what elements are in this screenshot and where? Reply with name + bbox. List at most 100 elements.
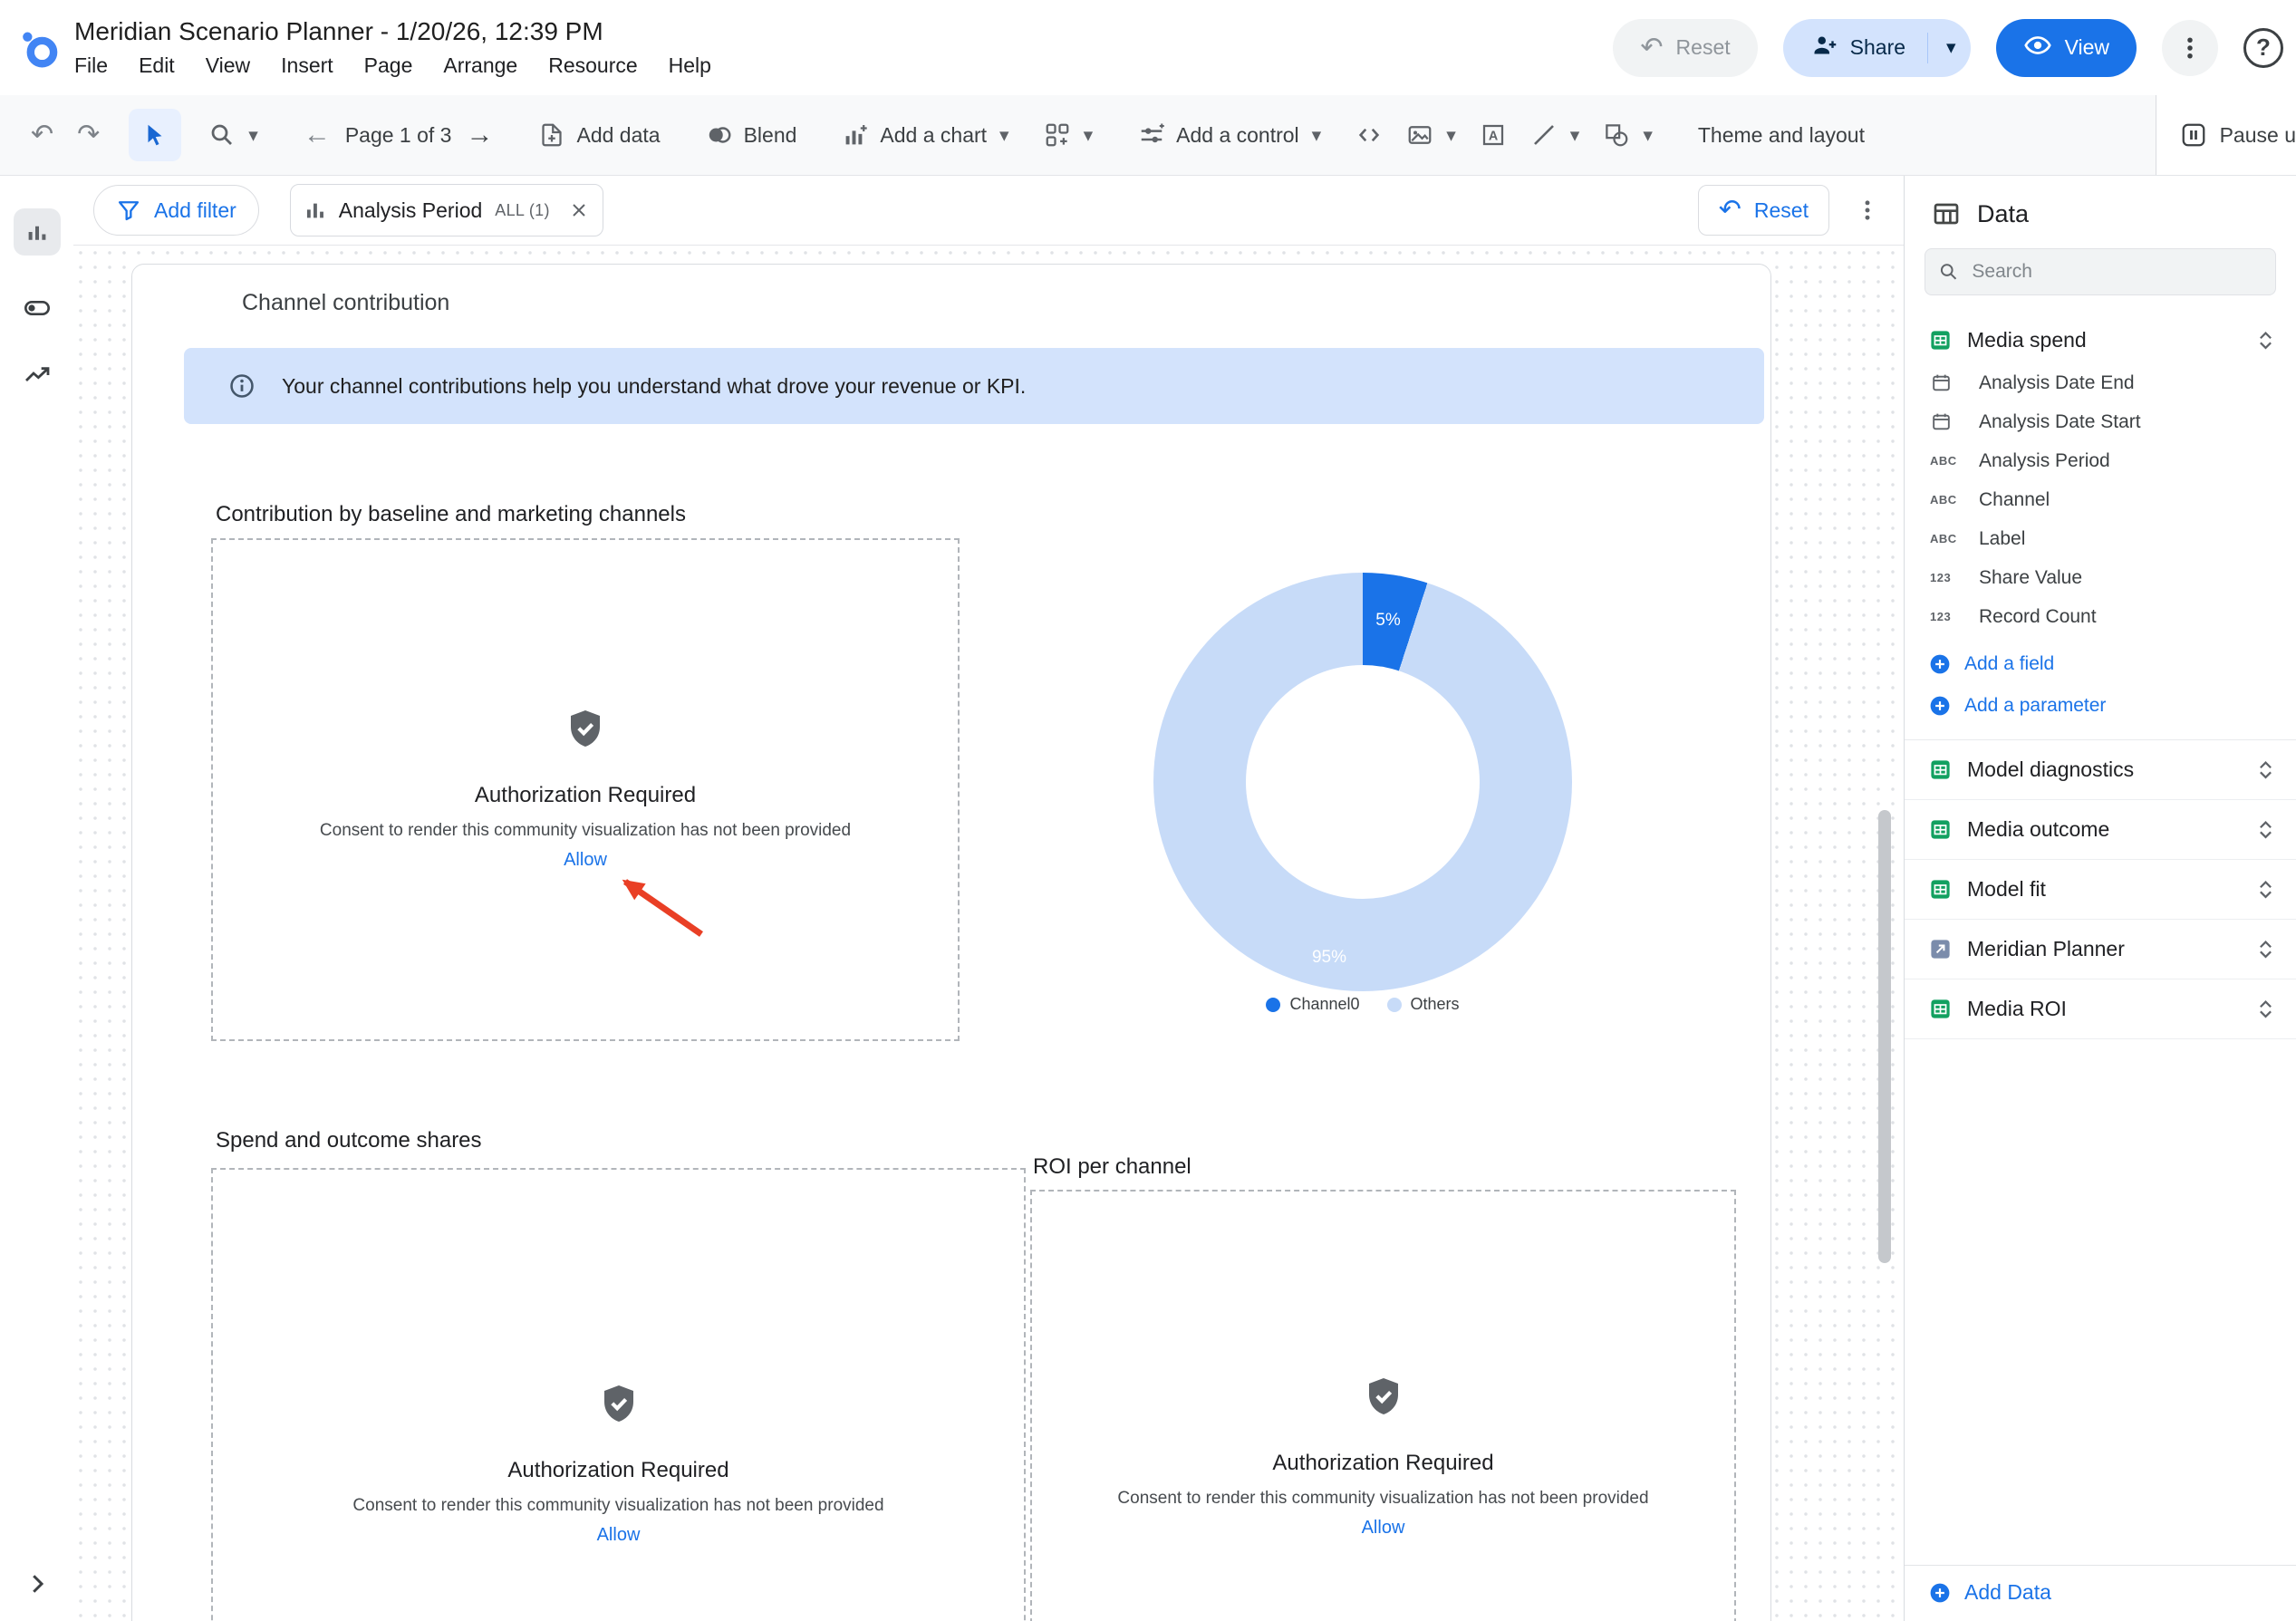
viz-placeholder-roi[interactable]: Authorization Required Consent to render…: [1030, 1190, 1736, 1621]
menu-insert[interactable]: Insert: [265, 48, 349, 83]
add-data-button-bottom[interactable]: Add Data: [1905, 1565, 2296, 1621]
add-control-button[interactable]: Add a control ▾: [1131, 109, 1328, 161]
vertical-dots-icon: [2176, 34, 2204, 62]
search-input[interactable]: [1970, 260, 2262, 284]
field-label: Share Value: [1979, 567, 2082, 589]
add-data-button[interactable]: Add data: [531, 109, 667, 161]
primary-source-row[interactable]: Media spend: [1905, 315, 2296, 363]
add-field-button[interactable]: Add a field: [1905, 643, 2296, 685]
sidebar-expand-button[interactable]: [0, 1570, 73, 1597]
section-title: Channel contribution: [242, 290, 449, 316]
page-back-button[interactable]: ←: [296, 109, 338, 161]
source-row-meridian-planner[interactable]: Meridian Planner: [1905, 920, 2296, 979]
menu-resource[interactable]: Resource: [533, 48, 652, 83]
sidebar-insights-tab[interactable]: [23, 361, 52, 390]
pause-updates-button[interactable]: Pause u: [2156, 95, 2296, 175]
undo-button[interactable]: ↶: [24, 109, 61, 161]
report-page[interactable]: Channel contribution Your channel contri…: [131, 264, 1771, 1621]
unfold-more-icon[interactable]: [2253, 937, 2278, 961]
theme-layout-button[interactable]: Theme and layout: [1691, 109, 1872, 161]
image-button[interactable]: ▾: [1399, 109, 1463, 161]
source-row-model-fit[interactable]: Model fit: [1905, 860, 2296, 920]
filter-bar-menu-button[interactable]: [1855, 198, 1880, 223]
filter-reset-button[interactable]: ↶ Reset: [1698, 185, 1829, 236]
svg-text:A: A: [1489, 130, 1498, 144]
legend-item-channel0[interactable]: Channel0: [1266, 995, 1359, 1014]
menu-page[interactable]: Page: [349, 48, 429, 83]
chip-chart-icon: [304, 198, 328, 223]
text-button[interactable]: A: [1472, 109, 1514, 161]
viz-placeholder-spend-shares[interactable]: Authorization Required Consent to render…: [211, 1168, 1026, 1621]
primary-source-name: Media spend: [1967, 328, 2239, 352]
menu-edit[interactable]: Edit: [123, 48, 190, 83]
number-123-icon: 123: [1930, 571, 1968, 584]
allow-link[interactable]: Allow: [597, 1525, 641, 1546]
unfold-more-icon[interactable]: [2253, 817, 2278, 842]
add-filter-button[interactable]: Add filter: [93, 185, 259, 236]
menu-file[interactable]: File: [59, 48, 123, 83]
report-canvas: Channel contribution Your channel contri…: [73, 246, 1904, 1621]
analysis-period-filter-chip[interactable]: Analysis Period ALL (1): [290, 184, 603, 236]
field-row[interactable]: 123 Share Value: [1905, 558, 2296, 597]
page-indicator[interactable]: Page 1 of 3: [338, 109, 459, 161]
field-row[interactable]: 123 Record Count: [1905, 597, 2296, 636]
zoom-caret-icon: ▾: [248, 126, 258, 145]
line-button[interactable]: ▾: [1523, 109, 1587, 161]
sidebar-report-tab[interactable]: [14, 208, 61, 256]
menu-view[interactable]: View: [190, 48, 265, 83]
field-row[interactable]: ABC Channel: [1905, 480, 2296, 519]
document-title[interactable]: Meridian Scenario Planner - 1/20/26, 12:…: [74, 15, 727, 48]
menu-arrange[interactable]: Arrange: [428, 48, 533, 83]
field-row[interactable]: ABC Label: [1905, 519, 2296, 558]
blend-icon: [706, 121, 733, 149]
trending-up-icon: [23, 361, 52, 390]
field-row[interactable]: ABC Analysis Period: [1905, 441, 2296, 480]
abc-text-icon: ABC: [1930, 454, 1968, 468]
source-row-media-outcome[interactable]: Media outcome: [1905, 800, 2296, 860]
data-search-box[interactable]: [1925, 248, 2276, 295]
add-chart-button[interactable]: Add a chart ▾: [834, 109, 1016, 161]
menu-help[interactable]: Help: [653, 48, 727, 83]
more-options-button[interactable]: [2162, 20, 2218, 76]
view-button[interactable]: View: [1996, 19, 2137, 77]
search-icon: [1938, 260, 1959, 284]
share-button[interactable]: Share ▾: [1783, 19, 1971, 77]
help-icon[interactable]: ?: [2243, 28, 2283, 68]
donut-chart[interactable]: [1153, 573, 1572, 991]
field-row[interactable]: Analysis Date End: [1905, 363, 2296, 402]
magnifier-icon: [208, 121, 236, 149]
plus-circle-icon: [1928, 694, 1952, 718]
info-icon: [227, 371, 256, 400]
unfold-more-icon[interactable]: [2253, 757, 2278, 782]
redo-button[interactable]: ↷: [70, 109, 107, 161]
share-dropdown-caret-icon[interactable]: ▾: [1946, 38, 1956, 57]
source-row-model-diagnostics[interactable]: Model diagnostics: [1905, 740, 2296, 800]
unfold-more-icon[interactable]: [2253, 997, 2278, 1021]
collapse-fields-icon[interactable]: [2253, 328, 2278, 352]
sidebar-controls-tab[interactable]: [23, 294, 52, 323]
filter-reset-label: Reset: [1754, 198, 1809, 223]
blend-button[interactable]: Blend: [699, 109, 805, 161]
unfold-more-icon[interactable]: [2253, 877, 2278, 902]
source-row-media-roi[interactable]: Media ROI: [1905, 979, 2296, 1039]
embed-code-button[interactable]: [1348, 109, 1390, 161]
field-row[interactable]: Analysis Date Start: [1905, 402, 2296, 441]
allow-link[interactable]: Allow: [1362, 1518, 1405, 1539]
shape-button[interactable]: ▾: [1596, 109, 1660, 161]
zoom-tool-button[interactable]: ▾: [201, 109, 265, 161]
header-reset-button[interactable]: ↶ Reset: [1613, 19, 1757, 77]
add-chart-caret-icon: ▾: [999, 126, 1009, 145]
community-viz-button[interactable]: ▾: [1037, 109, 1101, 161]
select-tool-button[interactable]: [129, 109, 181, 161]
donut-chart-container[interactable]: 5% 95%: [1153, 573, 1572, 991]
legend-item-others[interactable]: Others: [1387, 995, 1460, 1014]
viz-placeholder-contribution[interactable]: Authorization Required Consent to render…: [211, 538, 960, 1041]
filter-funnel-icon: [116, 198, 141, 223]
slice-label-channel0: 5%: [1375, 611, 1400, 631]
page-forward-button[interactable]: →: [458, 109, 500, 161]
canvas-scrollbar[interactable]: [1878, 810, 1891, 1263]
sheet-icon: [1928, 757, 1953, 782]
add-parameter-button[interactable]: Add a parameter: [1905, 685, 2296, 727]
image-icon: [1406, 121, 1433, 149]
chip-close-icon[interactable]: [568, 199, 590, 221]
